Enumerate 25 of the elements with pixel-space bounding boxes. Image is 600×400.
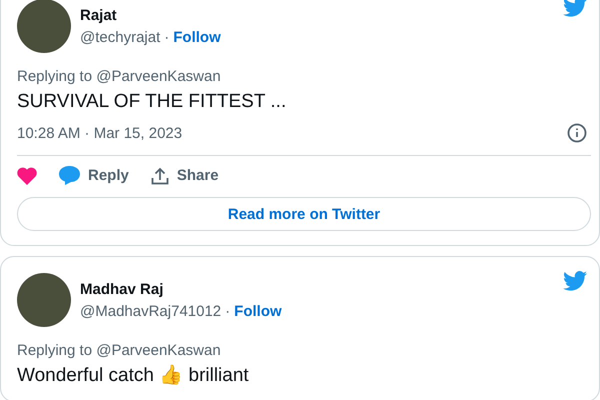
tweet-text: Wonderful catch 👍 brilliant xyxy=(17,365,250,387)
tweet-timestamp: 10:28 AM · Mar 15, 2023 xyxy=(17,124,182,142)
follow-link[interactable]: Follow xyxy=(234,302,282,320)
avatar-photo-placeholder xyxy=(17,0,71,53)
replying-to-text: Replying to @ParveenKaswan xyxy=(17,68,222,85)
share-icon xyxy=(150,166,169,184)
heart-icon xyxy=(17,166,37,184)
speech-bubble-icon xyxy=(59,166,80,185)
bird-logo-icon xyxy=(563,271,587,291)
replying-to-text: Replying to @ParveenKaswan xyxy=(17,342,222,359)
read-more-button[interactable]: Read more on Twitter xyxy=(17,197,591,231)
author-handle: @MadhavRaj741012 xyxy=(80,302,222,320)
separator-dot: · xyxy=(164,28,170,46)
tweet-text: SURVIVAL OF THE FITTEST ... xyxy=(17,91,288,113)
separator-dot: · xyxy=(225,302,230,320)
author-name: Rajat xyxy=(80,6,118,24)
follow-link[interactable]: Follow xyxy=(173,28,221,46)
avatar-photo-placeholder xyxy=(17,273,71,327)
author-handle: @techyrajat xyxy=(80,28,160,46)
reply-button[interactable]: Reply xyxy=(59,166,129,185)
author-name: Madhav Raj xyxy=(80,280,164,298)
share-button[interactable]: Share xyxy=(150,166,219,184)
info-icon[interactable] xyxy=(567,123,587,143)
bird-logo-icon xyxy=(563,0,587,17)
like-button[interactable] xyxy=(17,166,37,184)
